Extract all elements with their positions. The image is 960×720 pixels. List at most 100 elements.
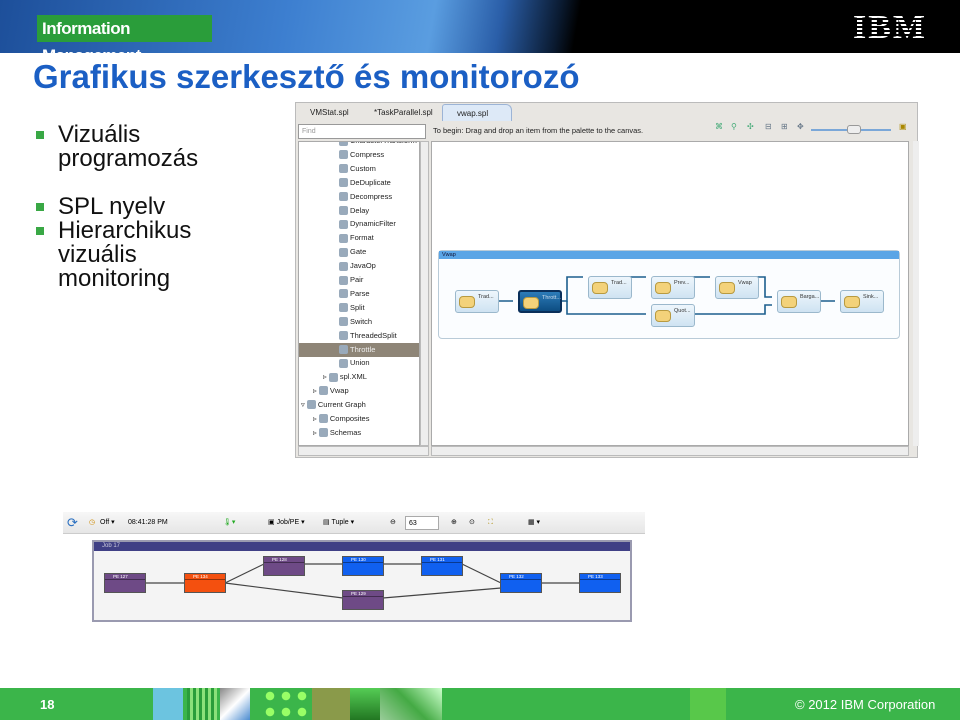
palette-item[interactable]: Split [339, 301, 365, 315]
operator-icon [339, 358, 348, 368]
operator-node[interactable]: Sink... [840, 290, 884, 313]
palette-item[interactable]: Custom [339, 162, 376, 176]
palette-item[interactable]: Switch [339, 315, 372, 329]
pe-connections [146, 563, 580, 599]
job-pe-dropdown[interactable]: ▣ Job/PE ▾ [268, 512, 305, 534]
refresh-icon[interactable]: ⟳ [67, 512, 78, 534]
expand-icon[interactable]: ⊞ [781, 122, 788, 131]
operator-node[interactable]: Trad... [455, 290, 499, 313]
find-input[interactable]: Find [298, 124, 426, 139]
operator-node[interactable]: Thrott... [518, 290, 562, 313]
operator-node[interactable]: Quot... [651, 304, 695, 327]
operator-icon [339, 289, 348, 299]
palette-item[interactable]: DeDuplicate [339, 176, 391, 190]
operator-icon [339, 303, 348, 313]
operator-icon [339, 150, 348, 160]
tree-item[interactable]: ▿ Current Graph [301, 398, 366, 412]
collapsed-arrow-icon[interactable]: ▹ [313, 414, 317, 423]
operator-node[interactable]: Vwap [715, 276, 759, 299]
folder-icon [318, 428, 328, 438]
slide-title: Grafikus szerkesztő és monitorozó [33, 58, 580, 95]
tab-vmstat[interactable]: VMStat.spl [296, 104, 358, 121]
tree-item[interactable]: ▹ Composites [313, 412, 369, 426]
zoom-in-icon[interactable]: ⊕ [451, 512, 457, 534]
collapsed-arrow-icon[interactable]: ▹ [313, 386, 317, 395]
bullet-text: programozás [58, 145, 199, 172]
bullet-text: SPL nyelv [58, 193, 166, 220]
operator-icon [719, 282, 735, 294]
tree-item[interactable]: ▹ spl.XML [323, 370, 367, 384]
operator-node[interactable]: Trad... [588, 276, 632, 299]
folder-icon [318, 414, 328, 424]
pe-node[interactable]: PE 127 [104, 573, 146, 593]
palette-item[interactable]: Decompress [339, 190, 392, 204]
tab-taskparallel[interactable]: *TaskParallel.spl [360, 104, 440, 121]
zoom-slider[interactable] [811, 125, 891, 134]
auto-refresh-dropdown[interactable]: Off ▾ [100, 512, 115, 534]
tree-item[interactable]: ▹ Vwap [313, 384, 349, 398]
pe-node[interactable]: PE 131 [421, 556, 463, 576]
tree-item[interactable]: ▹ Schemas [313, 426, 361, 440]
search-icon[interactable]: ⚲ [731, 122, 737, 131]
fit-to-window-icon[interactable]: ⛶ [488, 512, 493, 534]
palette-item[interactable]: Pair [339, 273, 363, 287]
connection [461, 563, 502, 584]
copyright: © 2012 IBM Corporation [795, 697, 936, 712]
connection [224, 582, 344, 599]
pe-node[interactable]: PE 134 [184, 573, 226, 593]
palette-item[interactable]: DynamicFilter [339, 217, 396, 231]
palette-menu-icon[interactable]: ▣ [899, 122, 907, 131]
pe-node[interactable]: PE 132 [500, 573, 542, 593]
tab-vwap[interactable]: vwap.spl [442, 104, 512, 121]
tuple-dropdown[interactable]: ▤ Tuple ▾ [323, 512, 354, 534]
monitor-toolbar: ⟳ ◷ Off ▾ 08:41:28 PM 🌡▾ ▣ Job/PE ▾ ▤ Tu… [63, 512, 645, 534]
settings-dropdown[interactable]: ▦ ▾ [528, 512, 540, 534]
bullet-text: Vizuális [58, 121, 141, 148]
palette-item[interactable]: Throttle [299, 342, 419, 357]
zoom-input[interactable]: 63 [405, 516, 439, 530]
palette-item[interactable]: Parse [339, 287, 370, 301]
palette-item[interactable]: Delay [339, 204, 369, 218]
operator-node[interactable]: Prev... [651, 276, 695, 299]
operator-icon [339, 206, 348, 216]
layout-icon[interactable]: ⌘ [715, 122, 723, 131]
expanded-arrow-icon[interactable]: ▿ [301, 400, 305, 409]
stream [559, 276, 583, 302]
bullet-text: vizuális [58, 241, 137, 268]
zoom-out-icon[interactable]: ⊖ [390, 512, 396, 534]
thermometer-icon[interactable]: 🌡▾ [223, 512, 235, 534]
palette-item[interactable]: JavaOp [339, 259, 376, 273]
palette-item[interactable]: Format [339, 231, 374, 245]
filter-icon[interactable]: ✣ [747, 122, 754, 131]
palette-item[interactable]: ThreadedSplit [339, 329, 397, 343]
palette-scrollbar[interactable] [420, 141, 429, 446]
brand-badge: Information Management [37, 15, 212, 65]
palette-item[interactable]: Gate [339, 245, 366, 259]
pe-node[interactable]: PE 128 [263, 556, 305, 576]
operator-icon [339, 275, 348, 285]
canvas-hscrollbar[interactable] [431, 446, 909, 456]
operator-icon [339, 164, 348, 174]
collapse-icon[interactable]: ⊟ [765, 122, 772, 131]
pe-header: PE 131 [422, 557, 462, 563]
operator-node[interactable]: Barga... [777, 290, 821, 313]
canvas-scrollbar[interactable] [913, 141, 919, 446]
clock-icon: ◷ [89, 519, 96, 526]
palette-item[interactable]: Compress [339, 148, 384, 162]
collapsed-arrow-icon[interactable]: ▹ [313, 428, 317, 437]
collapsed-arrow-icon[interactable]: ▹ [323, 372, 327, 381]
operator-icon [339, 317, 348, 327]
pe-header: PE 130 [343, 557, 383, 563]
operator-icon [339, 219, 348, 229]
zoom-reset-icon[interactable]: ⊙ [469, 512, 475, 534]
palette-hscrollbar[interactable] [298, 446, 429, 456]
operator-icon [844, 296, 860, 308]
palette-item[interactable]: Union [339, 356, 370, 370]
ibm-logo: IBM [853, 11, 931, 45]
pe-node[interactable]: PE 130 [342, 556, 384, 576]
pe-node[interactable]: PE 133 [579, 573, 621, 593]
pe-header: PE 132 [501, 574, 541, 580]
pe-node[interactable]: PE 129 [342, 590, 384, 610]
operator-icon [655, 310, 671, 322]
fit-icon[interactable]: ✥ [797, 122, 804, 131]
